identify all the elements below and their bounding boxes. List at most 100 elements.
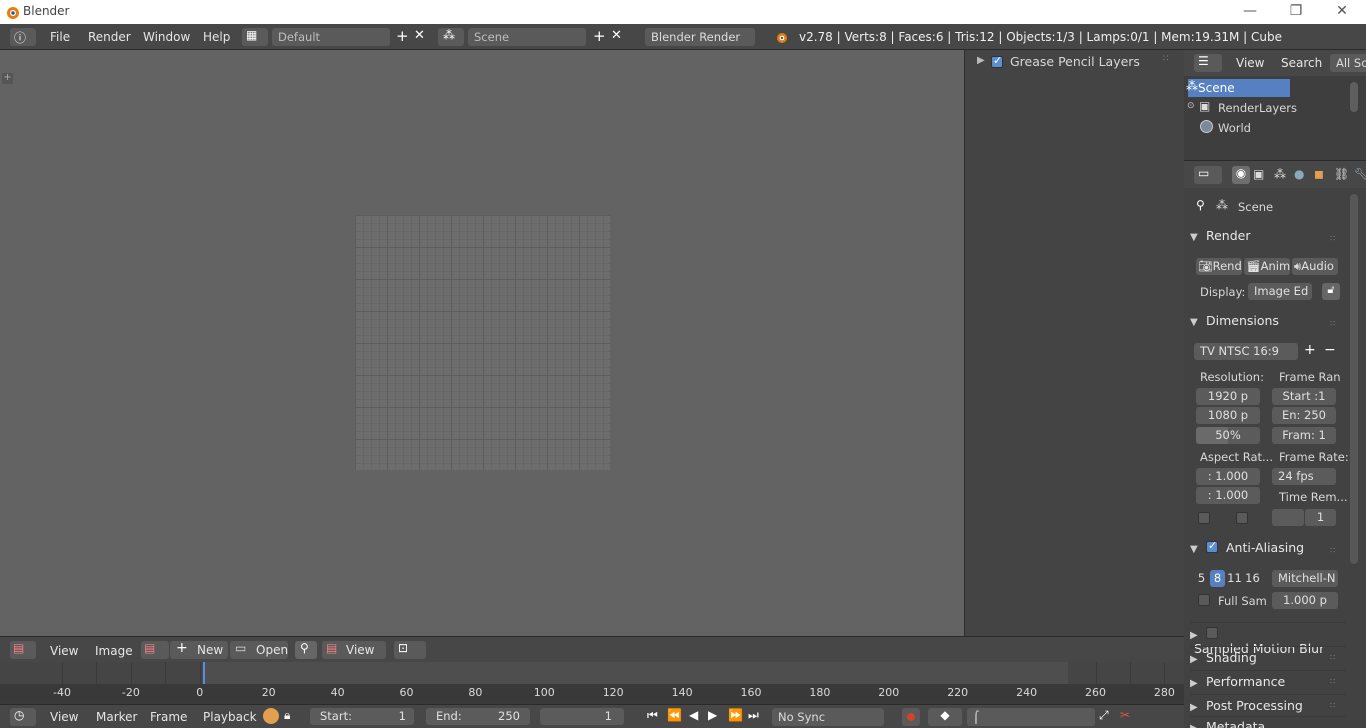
menu-window[interactable]: Window [143, 30, 190, 44]
time-remap-old-field[interactable] [1272, 509, 1304, 526]
frame-end-field[interactable]: En: 250 [1272, 407, 1336, 424]
editor-type-properties-button[interactable]: ▭ [1194, 166, 1222, 184]
image-editor-viewport[interactable]: + [0, 50, 964, 636]
pin-image-button[interactable]: ⚲ [295, 641, 317, 659]
aspect-x-field[interactable]: : 1.000 [1196, 468, 1260, 485]
aa-filter-size-field[interactable]: 1.000 p [1272, 592, 1338, 609]
frame-step-field[interactable]: Fram: 1 [1272, 427, 1336, 444]
render-layers-tab-icon[interactable]: ▣ [1253, 167, 1264, 181]
time-remap-new-field[interactable]: 1 [1305, 509, 1336, 526]
add-preset-icon[interactable]: + [1304, 342, 1316, 358]
drag-grip-icon[interactable]: ∷ [1330, 653, 1340, 662]
toolshelf-toggle-icon[interactable]: + [2, 73, 13, 84]
outliner-display-mode[interactable]: All Sc [1330, 54, 1366, 72]
render-tab-icon[interactable]: ◉ [1232, 166, 1250, 184]
end-frame-field[interactable]: End: 250 [426, 708, 530, 725]
menu-help[interactable]: Help [203, 30, 230, 44]
drag-grip-icon[interactable]: ∷ [1330, 234, 1340, 243]
drag-grip-icon[interactable]: ∷ [1330, 546, 1340, 555]
post-processing-panel-header[interactable]: ▶ Post Processing ∷ [1190, 694, 1346, 716]
editor-type-outliner-button[interactable]: ☰ [1194, 54, 1222, 72]
minimize-button[interactable]: — [1227, 0, 1273, 24]
crop-checkbox[interactable] [1236, 512, 1248, 524]
record-button[interactable] [902, 708, 920, 726]
frame-start-field[interactable]: Start :1 [1272, 388, 1336, 405]
lock-icon[interactable]: 🔒︎ [284, 708, 290, 723]
play-reverse-icon[interactable]: ◀ [689, 708, 698, 722]
remove-preset-icon[interactable]: − [1324, 342, 1336, 358]
render-audio-button[interactable]: 🔊︎Audio [1292, 258, 1338, 275]
grease-pencil-checkbox[interactable] [991, 54, 1003, 68]
menu-timeline-view[interactable]: View [50, 710, 78, 724]
render-preset-select[interactable]: TV NTSC 16:9 [1194, 343, 1298, 360]
menu-playback[interactable]: Playback [203, 710, 257, 724]
play-icon[interactable]: ▶ [708, 708, 717, 722]
sync-mode-select[interactable]: No Sync [772, 708, 884, 726]
pin-context-icon[interactable]: ⚲ [1196, 198, 1205, 212]
view-mode-select[interactable]: ▤ View [322, 641, 386, 659]
aa-samples-8[interactable]: 8 [1210, 570, 1225, 587]
insert-keyframe-icon[interactable]: ⤢ [1099, 708, 1109, 723]
full-sample-checkbox[interactable] [1198, 594, 1210, 606]
current-frame-cursor[interactable] [203, 662, 205, 684]
close-window-button[interactable]: ✕ [1319, 0, 1365, 24]
resolution-percentage-slider[interactable]: 50% [1196, 427, 1260, 444]
aspect-y-field[interactable]: : 1.000 [1196, 487, 1260, 504]
lock-interface-icon[interactable]: 🔓︎ [1322, 283, 1340, 300]
sampled-motion-blur-panel-header[interactable]: ▶ Sampled Motion Blur [1190, 622, 1346, 656]
preview-range-icon[interactable] [263, 708, 279, 724]
current-frame-field[interactable]: 1 [540, 708, 624, 725]
outliner-search-menu[interactable]: Search [1281, 56, 1322, 70]
aa-samples-16[interactable]: 16 [1244, 570, 1261, 587]
timeline-area[interactable]: -40 -20 0 20 40 60 80 100 120 140 160 180 200 220 240 2… [0, 662, 1200, 704]
menu-marker[interactable]: Marker [96, 710, 137, 724]
jump-start-icon[interactable]: ⏮ [647, 708, 658, 723]
editor-type-image-button[interactable]: ▤ [10, 641, 36, 659]
pivot-select[interactable]: ⊡ [394, 641, 426, 659]
outliner-item-scene[interactable]: ⁂ Scene [1186, 79, 1290, 97]
resolution-y-field[interactable]: 1080 p [1196, 407, 1260, 424]
motion-blur-checkbox[interactable] [1205, 627, 1218, 639]
render-image-button[interactable]: 📷︎Rende [1196, 258, 1242, 275]
active-keying-set-field[interactable]: ⌠ [967, 708, 1095, 726]
browse-image-button[interactable]: ▤ [141, 641, 169, 659]
performance-panel-header[interactable]: ▶ Performance ∷ [1190, 670, 1346, 692]
properties-scrollbar[interactable] [1350, 194, 1358, 564]
start-frame-field[interactable]: Start: 1 [310, 708, 414, 725]
anti-aliasing-panel-header[interactable]: ▼ Anti-Aliasing ∷ [1190, 539, 1346, 562]
object-tab-icon[interactable]: ◼ [1314, 167, 1324, 181]
delete-scene-icon[interactable]: ✕ [611, 28, 622, 43]
scene-selector[interactable]: ⁂ [438, 28, 464, 46]
expand-triangle-icon[interactable]: ▶ [977, 55, 985, 66]
render-animation-button[interactable]: 🎬︎Anima [1244, 258, 1290, 275]
drag-grip-icon[interactable]: ∷ [1330, 319, 1340, 328]
constraints-tab-icon[interactable]: ⛓︎ [1334, 167, 1349, 181]
menu-file[interactable]: File [50, 30, 70, 44]
menu-image[interactable]: Image [95, 644, 133, 658]
editor-type-timeline-button[interactable]: ◷ [10, 708, 36, 726]
add-scene-icon[interactable]: + [593, 27, 606, 45]
resolution-x-field[interactable]: 1920 p [1196, 388, 1260, 405]
jump-keyframe-forward-icon[interactable]: ⏩ [728, 708, 743, 722]
screen-layout-selector[interactable]: ▦ [242, 28, 268, 46]
outliner-item-renderlayers[interactable]: RenderLayers [1218, 101, 1297, 115]
scene-field[interactable]: Scene [468, 28, 586, 46]
drag-grip-icon[interactable]: ∷ [1330, 701, 1340, 710]
metadata-panel-header[interactable]: ▶ Metadata [1190, 716, 1346, 728]
render-engine-select[interactable]: Blender Render [645, 28, 755, 46]
expand-renderlayers-icon[interactable]: ⊙ [1187, 101, 1195, 111]
open-image-button[interactable]: ▭ Open [230, 641, 288, 659]
outliner-scrollbar[interactable] [1350, 82, 1358, 112]
jump-end-icon[interactable]: ⏭ [748, 708, 759, 723]
outliner-tree[interactable]: ⁂ Scene ⊙ ▣ RenderLayers World [1184, 76, 1366, 160]
world-tab-icon[interactable]: ● [1294, 167, 1304, 181]
editor-type-info-button[interactable]: ⓘ [10, 28, 36, 46]
screen-layout-field[interactable]: Default [272, 28, 390, 46]
aa-filter-select[interactable]: Mitchell-N [1272, 570, 1338, 587]
menu-view[interactable]: View [50, 644, 78, 658]
frame-rate-select[interactable]: 24 fps [1272, 468, 1336, 485]
shading-panel-header[interactable]: ▶ Shading ∷ [1190, 646, 1346, 668]
keying-set-button[interactable]: ◆ [928, 708, 962, 726]
aa-samples-11[interactable]: 11 [1226, 570, 1243, 587]
display-select[interactable]: Image Ed [1248, 283, 1312, 300]
